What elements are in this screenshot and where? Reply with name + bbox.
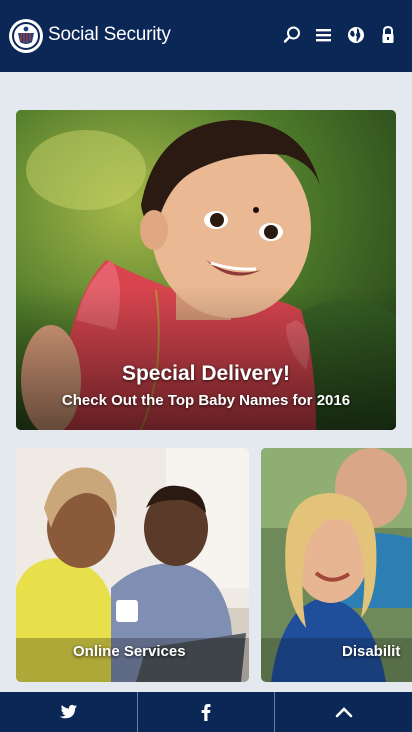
scroll-top-button[interactable] — [275, 692, 412, 732]
hero-banner[interactable]: Special Delivery! Check Out the Top Baby… — [16, 110, 396, 430]
card-label-disability: Disabilit — [342, 643, 401, 660]
card-disability[interactable]: Disabilit — [261, 448, 412, 682]
ssa-seal-icon[interactable] — [8, 18, 44, 54]
card-online-services[interactable]: Online Services — [16, 448, 249, 682]
bottom-share-bar — [0, 692, 412, 732]
brand-title[interactable]: Social Security — [48, 24, 171, 46]
twitter-button[interactable] — [0, 692, 138, 732]
menu-icon[interactable] — [313, 24, 335, 46]
twitter-icon — [60, 704, 78, 719]
hero-subtitle: Check Out the Top Baby Names for 2016 — [61, 392, 351, 409]
chevron-up-icon — [335, 707, 352, 718]
top-header: Social Security — [0, 0, 412, 72]
facebook-icon — [201, 704, 211, 721]
hero-title: Special Delivery! — [121, 362, 291, 385]
lock-icon[interactable] — [377, 24, 399, 46]
search-icon[interactable] — [281, 24, 303, 46]
facebook-button[interactable] — [138, 692, 276, 732]
card-label-online-services: Online Services — [73, 643, 186, 660]
globe-icon[interactable] — [345, 24, 367, 46]
